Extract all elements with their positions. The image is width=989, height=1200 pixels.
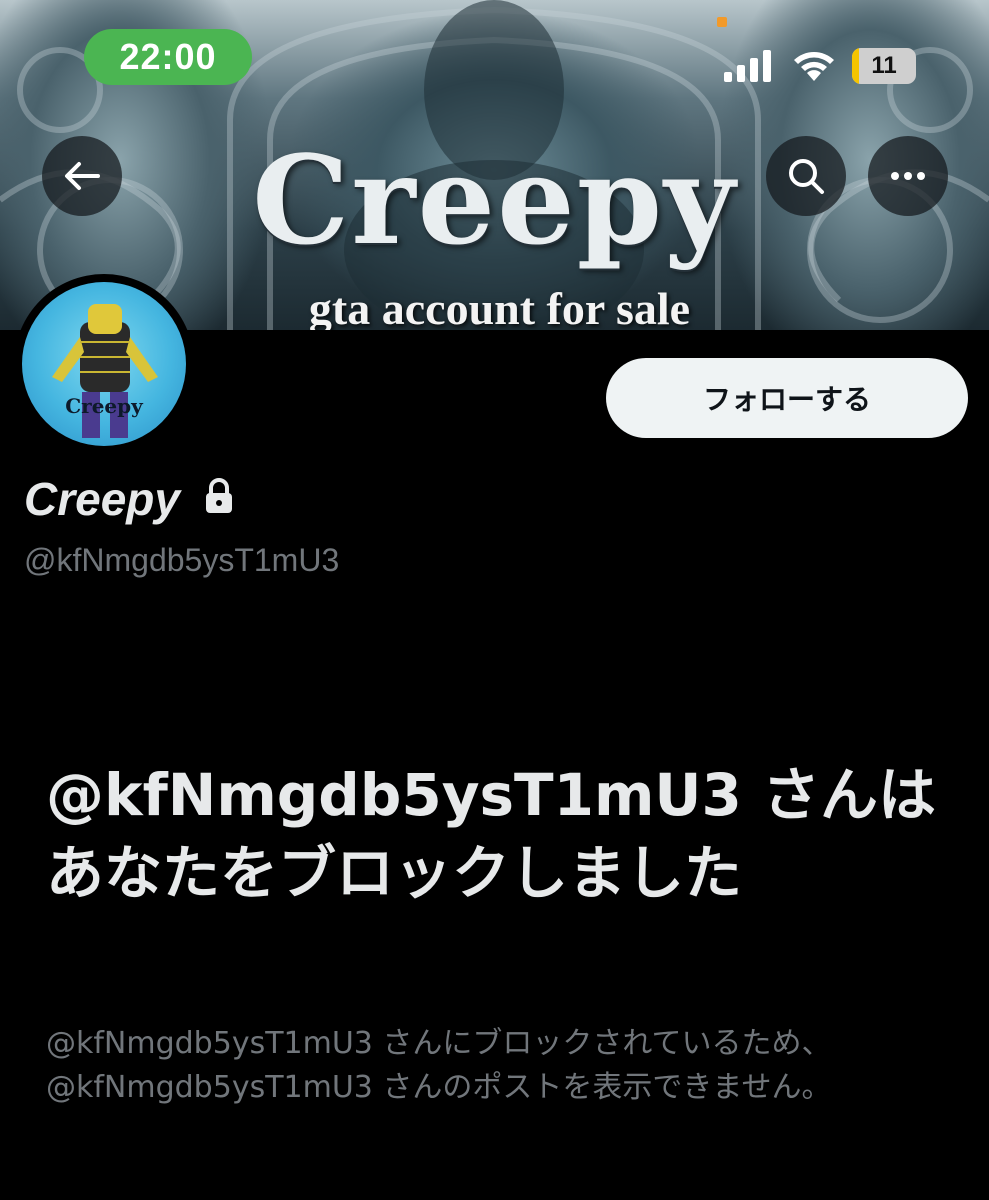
profile-handle: @kfNmgdb5ysT1mU3	[24, 542, 340, 578]
avatar-image: Creepy	[22, 282, 186, 446]
privacy-indicator-dot	[717, 17, 727, 27]
lock-icon	[206, 478, 232, 513]
avatar-figure	[52, 304, 158, 438]
display-name: Creepy	[24, 473, 180, 525]
avatar-caption: Creepy	[65, 394, 143, 418]
follow-button[interactable]: フォローする	[606, 358, 968, 438]
more-button[interactable]	[868, 136, 948, 216]
signal-icon	[724, 50, 771, 82]
more-icon	[891, 172, 925, 180]
search-icon	[789, 159, 824, 194]
back-button[interactable]	[42, 136, 122, 216]
battery-level: 11	[871, 52, 897, 79]
banner-title: Creepy	[252, 128, 737, 272]
blocked-title: @kfNmgdb5ysT1mU3 さんはあなたをブロックしました	[46, 761, 937, 907]
wifi-icon	[794, 52, 834, 81]
back-arrow-icon	[65, 162, 100, 190]
profile-page: Creepy gta account for sale 22:00 11 Cre…	[0, 0, 989, 1200]
avatar[interactable]: Creepy	[14, 274, 194, 454]
search-button[interactable]	[766, 136, 846, 216]
blocked-description: @kfNmgdb5ysT1mU3 さんにブロックされているため、@kfNmgdb…	[46, 1026, 832, 1105]
battery-icon: 11	[852, 48, 916, 84]
status-time: 22:00	[84, 29, 252, 85]
